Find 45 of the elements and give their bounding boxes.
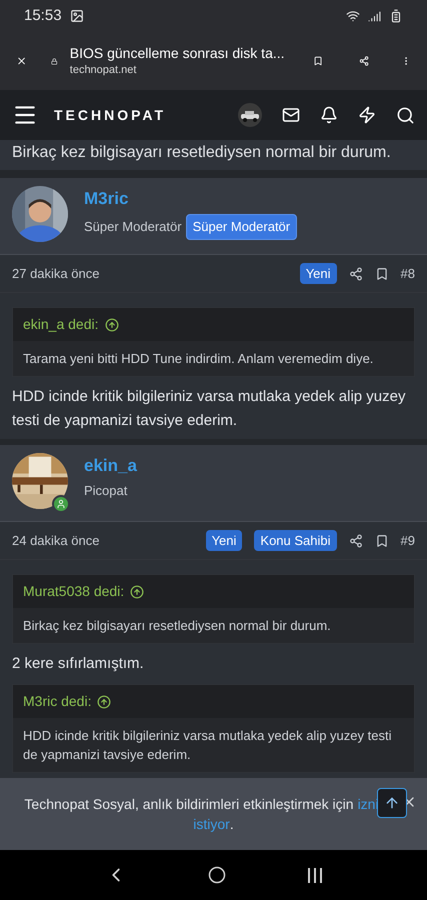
lightning-icon[interactable] <box>358 106 376 124</box>
quote-author[interactable]: ekin_a dedi: <box>23 314 99 335</box>
bell-icon[interactable] <box>320 106 338 124</box>
clock: 15:53 <box>24 6 62 26</box>
author-name[interactable]: ekin_a <box>84 455 137 477</box>
quote-text: Tarama yeni bitti HDD Tune indirdim. Anlam veremedim diye. <box>22 350 374 368</box>
user-title: Picopat <box>84 482 128 500</box>
bookmark-icon[interactable] <box>374 266 389 280</box>
tag: Konu Sahibi <box>254 530 337 552</box>
arrow-up-icon[interactable] <box>104 318 119 332</box>
arrow-up-icon[interactable] <box>130 584 144 598</box>
post-time[interactable]: 27 dakika önce <box>12 264 300 284</box>
share-icon[interactable] <box>348 534 363 548</box>
post-text: HDD icinde kritik bilgileriniz varsa mutlaka yedek alip yuzey testi de yapmanizi tavsiye ederim. <box>11 387 406 431</box>
signal-icon <box>368 10 381 22</box>
role-tag: Süper Moderatör <box>186 214 298 240</box>
quote-text: Birkaç kez bilgisayarı resetlediysen normal bir durum. <box>22 617 332 635</box>
quote-text: HDD icinde kritik bilgileriniz varsa mutlaka yedek alip yuzey testi de yapmanizi tavsiye ederim. <box>22 727 392 764</box>
battery-icon <box>389 9 403 23</box>
image-icon <box>70 9 84 23</box>
wifi-icon <box>346 9 360 23</box>
page-url: technopat.net <box>70 62 138 78</box>
mail-icon[interactable] <box>282 106 300 124</box>
post-text: Birkaç kez bilgisayarı resetlediysen normal bir durum. <box>12 143 392 163</box>
site-logo[interactable]: TECHNOPAT <box>54 104 166 126</box>
author-name[interactable]: M3ric <box>84 188 298 210</box>
share-icon[interactable] <box>348 266 363 280</box>
page-title: BIOS güncelleme sonrası disk ta... <box>70 44 285 62</box>
recents-icon[interactable] <box>308 868 322 882</box>
home-icon[interactable] <box>208 866 226 884</box>
post-number[interactable]: #9 <box>400 530 415 550</box>
post-text: 2 kere sıfırlamıştım. <box>11 654 145 674</box>
bookmark-icon[interactable] <box>374 534 389 548</box>
quote-author[interactable]: M3ric dedi: <box>23 691 92 712</box>
scroll-top-button[interactable] <box>377 788 407 818</box>
notification-text: . <box>230 815 234 834</box>
tag: Yeni <box>206 530 242 552</box>
quote-author[interactable]: Murat5038 dedi: <box>23 581 124 602</box>
post-time[interactable]: 24 dakika önce <box>12 530 206 550</box>
user-title: Süper Moderatör <box>84 218 182 236</box>
arrow-up-icon[interactable] <box>97 694 112 708</box>
notification-text: Technopat Sosyal, anlık bildirimleri etkinleştirmek için <box>24 795 354 814</box>
tag: Yeni <box>300 262 337 284</box>
search-icon[interactable] <box>396 106 415 124</box>
post-number[interactable]: #8 <box>400 264 415 284</box>
